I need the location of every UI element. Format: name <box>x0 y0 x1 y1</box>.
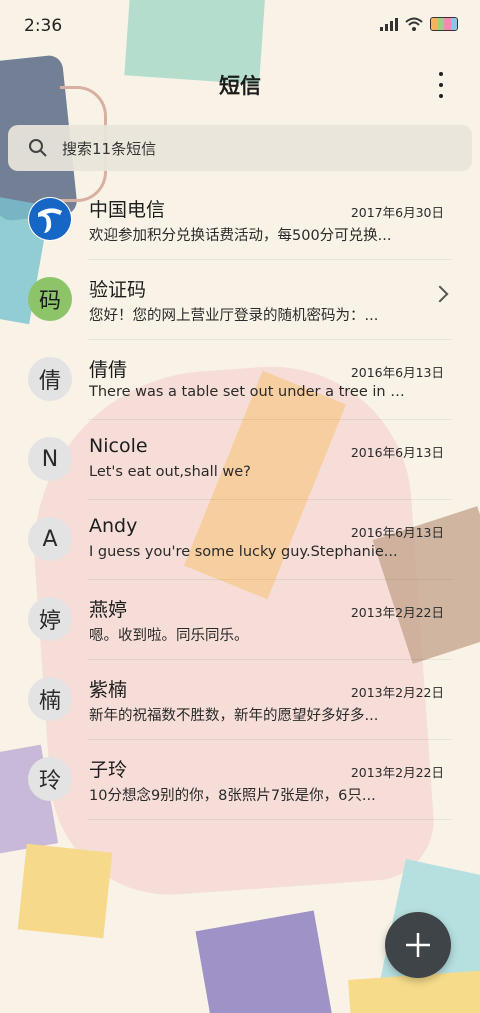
search-input[interactable]: 搜索11条短信 <box>62 138 156 159</box>
signal-icon <box>380 17 398 31</box>
avatar: 码 <box>28 277 72 321</box>
message-preview: 新年的祝福数不胜数，新年的愿望好多好多... <box>89 708 379 724</box>
conversation-item[interactable]: 倩 倩倩 2016年6月13日 There was a table set ou… <box>0 340 480 420</box>
battery-icon <box>430 17 458 31</box>
avatar: 婷 <box>28 597 72 641</box>
contact-name: 中国电信 <box>89 199 166 221</box>
message-date: 2016年6月13日 <box>350 525 444 540</box>
wifi-icon <box>405 17 423 31</box>
plus-icon <box>406 933 430 957</box>
chevron-right-icon <box>431 285 449 303</box>
avatar <box>28 197 72 241</box>
search-bar[interactable]: 搜索11条短信 <box>8 125 472 171</box>
china-telecom-logo-icon <box>29 198 71 240</box>
conversation-item[interactable]: N Nicole 2016年6月13日 Let's eat out,shall … <box>0 420 480 500</box>
contact-name: 燕婷 <box>89 599 128 621</box>
contact-name: 子玲 <box>89 759 128 781</box>
conversation-item[interactable]: 中国电信 2017年6月30日 欢迎参加积分兑换话费活动，每500分可兑换... <box>0 180 480 260</box>
message-date: 2016年6月13日 <box>350 445 444 460</box>
message-preview: Let's eat out,shall we? <box>89 464 251 480</box>
message-preview: 10分想念9别的你，8张照片7张是你，6只... <box>89 788 376 804</box>
contact-name: 紫楠 <box>89 679 128 701</box>
conversation-item[interactable]: 玲 子玲 2013年2月22日 10分想念9别的你，8张照片7张是你，6只... <box>0 740 480 820</box>
more-vertical-icon[interactable] <box>432 72 450 98</box>
message-date: 2017年6月30日 <box>350 205 444 220</box>
conversation-item[interactable]: 楠 紫楠 2013年2月22日 新年的祝福数不胜数，新年的愿望好多好多... <box>0 660 480 740</box>
avatar: N <box>28 437 72 481</box>
message-preview: I guess you're some lucky guy.Stephanie.… <box>89 544 398 560</box>
new-message-button[interactable] <box>385 912 451 978</box>
avatar: 楠 <box>28 677 72 721</box>
conversation-item[interactable]: 码 验证码 您好！您的网上营业厅登录的随机密码为：... <box>0 260 480 340</box>
message-date: 2013年2月22日 <box>350 685 444 700</box>
message-list: 中国电信 2017年6月30日 欢迎参加积分兑换话费活动，每500分可兑换...… <box>0 180 480 820</box>
app-header: 短信 <box>0 60 480 108</box>
conversation-item[interactable]: 婷 燕婷 2013年2月22日 嗯。收到啦。同乐同乐。 <box>0 580 480 660</box>
message-preview: 您好！您的网上营业厅登录的随机密码为：... <box>89 308 379 324</box>
status-bar: 2:36 <box>0 0 480 52</box>
message-date: 2013年2月22日 <box>350 605 444 620</box>
message-date: 2016年6月13日 <box>350 365 444 380</box>
contact-name: 倩倩 <box>89 359 128 381</box>
contact-name: Nicole <box>89 435 148 457</box>
message-preview: There was a table set out under a tree i… <box>89 384 409 400</box>
contact-name: 验证码 <box>89 279 147 301</box>
message-preview: 欢迎参加积分兑换话费活动，每500分可兑换... <box>89 228 392 244</box>
contact-name: Andy <box>89 515 138 537</box>
message-preview: 嗯。收到啦。同乐同乐。 <box>89 628 249 644</box>
avatar: A <box>28 517 72 561</box>
conversation-item[interactable]: A Andy 2016年6月13日 I guess you're some lu… <box>0 500 480 580</box>
search-icon <box>29 139 47 157</box>
avatar: 玲 <box>28 757 72 801</box>
page-title: 短信 <box>219 74 261 98</box>
avatar: 倩 <box>28 357 72 401</box>
status-time: 2:36 <box>24 16 63 36</box>
message-date: 2013年2月22日 <box>350 765 444 780</box>
